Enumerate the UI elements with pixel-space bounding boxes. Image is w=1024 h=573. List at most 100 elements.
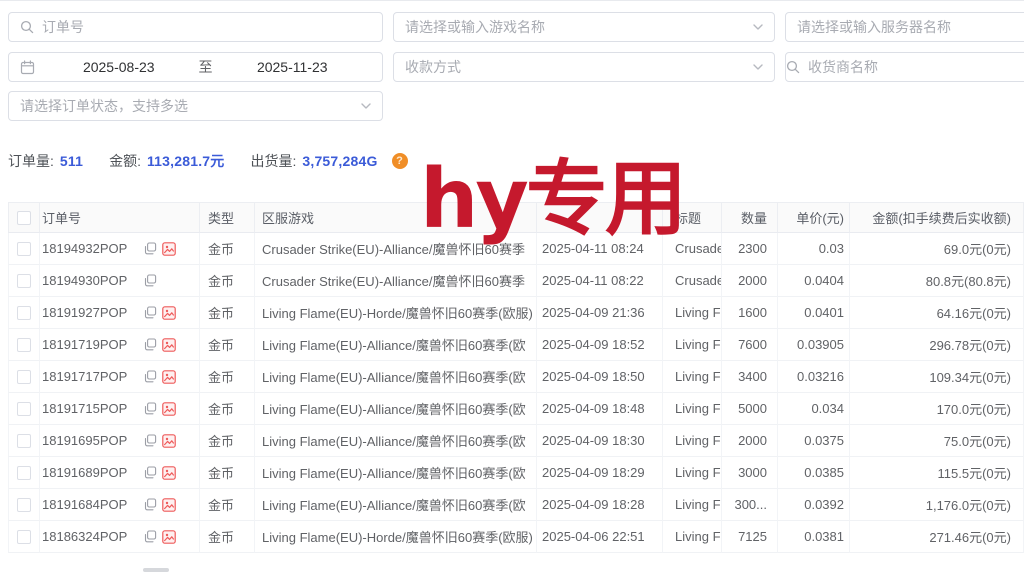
table-row: 18191689POP 金币 Living Flame(EU)-Alliance… — [8, 457, 1024, 489]
quantity: 7125 — [722, 521, 778, 553]
server-game: Living Flame(EU)-Horde/魔兽怀旧60赛季(欧服) — [255, 521, 537, 553]
order-type: 金币 — [200, 297, 255, 329]
row-checkbox[interactable] — [17, 370, 31, 384]
copy-icon[interactable] — [144, 274, 157, 287]
row-checkbox[interactable] — [17, 434, 31, 448]
order-title: Living Fl — [663, 489, 722, 521]
row-checkbox[interactable] — [17, 338, 31, 352]
copy-icon[interactable] — [144, 338, 157, 351]
image-icon[interactable] — [162, 306, 176, 320]
col-header-type: 类型 — [200, 203, 255, 233]
image-icon[interactable] — [162, 402, 176, 416]
row-checkbox[interactable] — [17, 466, 31, 480]
table-row: 18191719POP 金币 Living Flame(EU)-Alliance… — [8, 329, 1024, 361]
amount-value: 113,281.7元 — [147, 151, 225, 171]
copy-icon[interactable] — [144, 530, 157, 543]
col-header-price: 单价(元) — [778, 203, 850, 233]
copy-icon[interactable] — [144, 498, 157, 511]
table-row: 18194932POP 金币 Crusader Strike(EU)-Allia… — [8, 233, 1024, 265]
search-icon — [786, 60, 800, 74]
date-range-picker[interactable]: 2025-08-23 至 2025-11-23 — [8, 52, 383, 82]
order-time: 2025-04-11 08:22 — [537, 265, 663, 297]
order-time: 2025-04-09 18:52 — [537, 329, 663, 361]
unit-price: 0.03 — [778, 233, 850, 265]
order-number: 18194932POP — [42, 241, 138, 256]
quantity: 5000 — [722, 393, 778, 425]
date-separator: 至 — [195, 57, 217, 77]
order-status-select[interactable]: 请选择订单状态，支持多选 — [8, 91, 383, 121]
amount: 64.16元(0元) — [850, 297, 1024, 329]
order-time: 2025-04-09 21:36 — [537, 297, 663, 329]
image-icon[interactable] — [162, 530, 176, 544]
table-body: 18194932POP 金币 Crusader Strike(EU)-Allia… — [8, 233, 1024, 553]
order-number: 18191927POP — [42, 305, 138, 320]
shipment-label: 出货量: — [250, 151, 296, 171]
image-icon[interactable] — [162, 498, 176, 512]
amount: 109.34元(0元) — [850, 361, 1024, 393]
game-name-placeholder: 请选择或输入游戏名称 — [405, 17, 545, 37]
amount: 75.0元(0元) — [850, 425, 1024, 457]
col-header-server: 区服游戏 — [255, 203, 537, 233]
date-end-value[interactable]: 2025-11-23 — [217, 59, 369, 75]
quantity: 3400 — [722, 361, 778, 393]
copy-icon[interactable] — [144, 434, 157, 447]
chevron-down-icon — [752, 21, 764, 33]
col-header-time — [537, 203, 663, 233]
image-icon[interactable] — [162, 466, 176, 480]
copy-icon[interactable] — [144, 242, 157, 255]
unit-price: 0.0385 — [778, 457, 850, 489]
amount: 115.5元(0元) — [850, 457, 1024, 489]
row-checkbox[interactable] — [17, 274, 31, 288]
row-checkbox[interactable] — [17, 498, 31, 512]
order-number-input[interactable]: 订单号 — [8, 12, 383, 42]
orders-table: 订单号 类型 区服游戏 标题 数量 单价(元) 金额(扣手续费后实收额) 181… — [8, 202, 1024, 553]
copy-icon[interactable] — [144, 370, 157, 383]
quantity: 2000 — [722, 425, 778, 457]
order-title: Living Fl — [663, 457, 722, 489]
row-checkbox[interactable] — [17, 530, 31, 544]
server-name-placeholder: 请选择或输入服务器名称 — [797, 17, 951, 37]
amount: 271.46元(0元) — [850, 521, 1024, 553]
amount: 170.0元(0元) — [850, 393, 1024, 425]
order-time: 2025-04-09 18:29 — [537, 457, 663, 489]
order-number-placeholder: 订单号 — [42, 17, 84, 37]
image-icon[interactable] — [162, 338, 176, 352]
quantity: 2000 — [722, 265, 778, 297]
order-time: 2025-04-09 18:30 — [537, 425, 663, 457]
server-game: Living Flame(EU)-Alliance/魔兽怀旧60赛季(欧 — [255, 425, 537, 457]
order-number: 18194930POP — [42, 273, 138, 288]
chevron-down-icon — [360, 100, 372, 112]
order-type: 金币 — [200, 233, 255, 265]
col-header-amount: 金额(扣手续费后实收额) — [850, 203, 1024, 233]
table-header-row: 订单号 类型 区服游戏 标题 数量 单价(元) 金额(扣手续费后实收额) — [8, 202, 1024, 233]
game-name-select[interactable]: 请选择或输入游戏名称 — [393, 12, 775, 42]
row-checkbox[interactable] — [17, 306, 31, 320]
table-row: 18191717POP 金币 Living Flame(EU)-Alliance… — [8, 361, 1024, 393]
copy-icon[interactable] — [144, 402, 157, 415]
image-icon[interactable] — [162, 370, 176, 384]
copy-icon[interactable] — [144, 466, 157, 479]
help-icon[interactable]: ? — [392, 153, 408, 169]
table-row: 18186324POP 金币 Living Flame(EU)-Horde/魔兽… — [8, 521, 1024, 553]
order-count-label: 订单量: — [8, 151, 54, 171]
image-icon[interactable] — [162, 434, 176, 448]
unit-price: 0.034 — [778, 393, 850, 425]
image-icon[interactable] — [162, 242, 176, 256]
order-time: 2025-04-09 18:28 — [537, 489, 663, 521]
receiver-name-input[interactable]: 收货商名称 — [785, 52, 1024, 82]
payment-method-select[interactable]: 收款方式 — [393, 52, 775, 82]
order-type: 金币 — [200, 393, 255, 425]
order-number: 18186324POP — [42, 529, 138, 544]
select-all-checkbox[interactable] — [17, 211, 31, 225]
unit-price: 0.0404 — [778, 265, 850, 297]
date-start-value[interactable]: 2025-08-23 — [43, 59, 195, 75]
server-name-select[interactable]: 请选择或输入服务器名称 — [785, 12, 1024, 42]
copy-icon[interactable] — [144, 306, 157, 319]
quantity: 1600 — [722, 297, 778, 329]
table-row: 18191715POP 金币 Living Flame(EU)-Alliance… — [8, 393, 1024, 425]
horizontal-scrollbar[interactable] — [143, 568, 169, 572]
row-checkbox[interactable] — [17, 242, 31, 256]
row-checkbox[interactable] — [17, 402, 31, 416]
unit-price: 0.0381 — [778, 521, 850, 553]
top-divider — [0, 0, 1024, 1]
